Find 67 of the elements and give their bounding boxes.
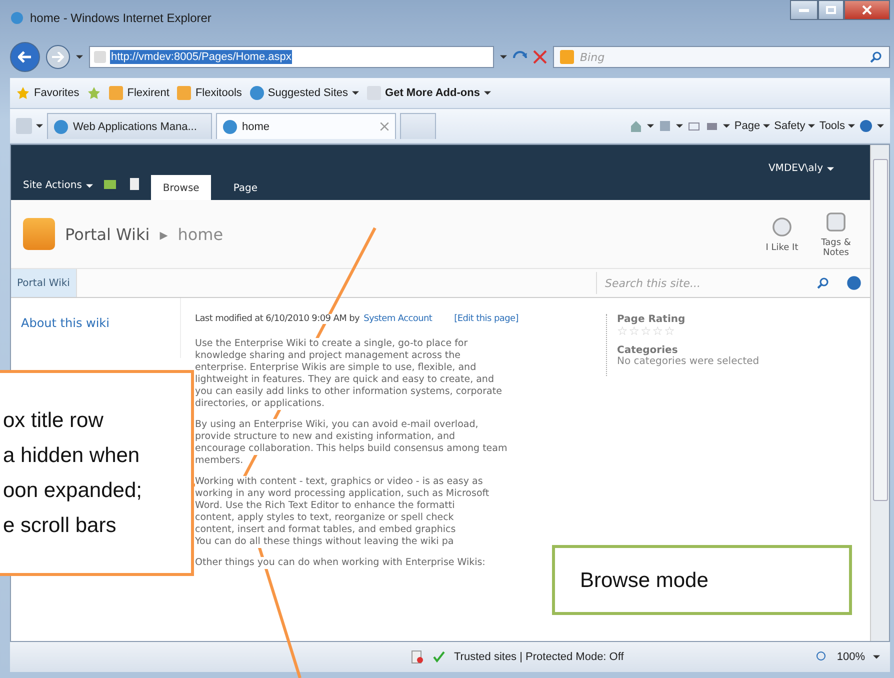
site-actions-menu[interactable]: Site Actions — [23, 180, 93, 191]
star-icon — [16, 86, 30, 100]
caret-icon — [877, 124, 884, 128]
top-nav-link[interactable]: Portal Wiki — [11, 269, 77, 297]
caret-icon — [723, 124, 730, 128]
caret-icon — [76, 55, 83, 59]
blocked-page-icon — [410, 650, 424, 664]
favorites-link[interactable]: Get More Add-ons — [367, 86, 491, 100]
page-title: home — [178, 224, 224, 244]
callout-box: ox title row a hidden when oon expanded; e scroll bars — [0, 370, 194, 576]
favorites-button[interactable]: Favorites — [16, 86, 80, 100]
caret-icon — [873, 655, 880, 659]
breadcrumb-separator: ▸ — [160, 224, 168, 244]
site-logo — [23, 218, 55, 250]
ribbon-tab[interactable]: Browse — [150, 175, 212, 200]
search-icon — [869, 50, 883, 64]
favorites-link[interactable]: Suggested Sites — [250, 86, 360, 100]
caret-icon — [647, 124, 654, 128]
address-field[interactable]: http://vmdev:8005/Pages/Home.aspx — [89, 46, 494, 68]
maximize-button[interactable] — [818, 0, 844, 20]
zoom-level[interactable]: 100% — [836, 651, 865, 663]
minimize-button[interactable] — [790, 0, 818, 20]
scrollbar[interactable] — [870, 145, 889, 641]
close-icon — [862, 5, 872, 15]
minimize-icon — [799, 8, 809, 12]
window-title: home - Windows Internet Explorer — [30, 11, 212, 25]
sidebar-link[interactable]: About this wiki — [21, 316, 110, 330]
categories-text: No categories were selected — [617, 356, 760, 367]
social-button[interactable]: I Like It — [760, 215, 804, 253]
favorites-link[interactable]: Flexirent — [109, 86, 170, 100]
back-arrow-icon — [18, 51, 32, 63]
caret-icon — [36, 124, 43, 128]
close-icon — [380, 122, 389, 131]
search-icon — [816, 276, 830, 290]
caret-icon — [808, 124, 816, 128]
browser-tab[interactable]: home — [216, 113, 396, 139]
home-icon — [629, 119, 644, 133]
check-icon — [432, 650, 446, 664]
caret-icon — [827, 166, 834, 170]
caret-icon — [848, 124, 855, 128]
author-link[interactable]: System Account — [364, 314, 432, 324]
close-button[interactable] — [844, 0, 890, 20]
security-zone-text: Trusted sites | Protected Mode: Off — [454, 651, 624, 663]
browser-tab[interactable]: Web Applications Mana... — [47, 113, 212, 139]
callout-box: Browse mode — [552, 545, 852, 615]
caret-icon — [763, 124, 770, 128]
edit-page-link[interactable]: [Edit this page] — [454, 314, 518, 324]
caret-icon — [676, 124, 684, 128]
categories-heading: Categories — [617, 345, 679, 356]
social-button[interactable]: Tags & Notes — [814, 210, 858, 258]
modified-text: Last modified at 6/10/2010 9:09 AM by — [195, 314, 360, 324]
command-menu[interactable]: Page — [734, 120, 770, 132]
command-menu[interactable]: Safety — [774, 120, 816, 132]
caret-icon — [500, 55, 507, 59]
site-title[interactable]: Portal Wiki — [65, 224, 150, 244]
back-button[interactable] — [10, 42, 40, 72]
maximize-icon — [826, 6, 836, 14]
ribbon-tab[interactable]: Page — [221, 175, 270, 200]
rating-heading: Page Rating — [617, 314, 686, 325]
caret-icon — [86, 184, 93, 188]
user-menu[interactable]: VMDEV\aly — [768, 163, 834, 174]
add-favorite-icon — [87, 86, 102, 100]
close-icon — [533, 50, 547, 64]
forward-button[interactable] — [46, 45, 70, 69]
forward-arrow-icon — [52, 52, 64, 62]
favorites-link[interactable]: Flexitools — [177, 86, 242, 100]
command-menu[interactable]: Tools — [819, 120, 855, 132]
